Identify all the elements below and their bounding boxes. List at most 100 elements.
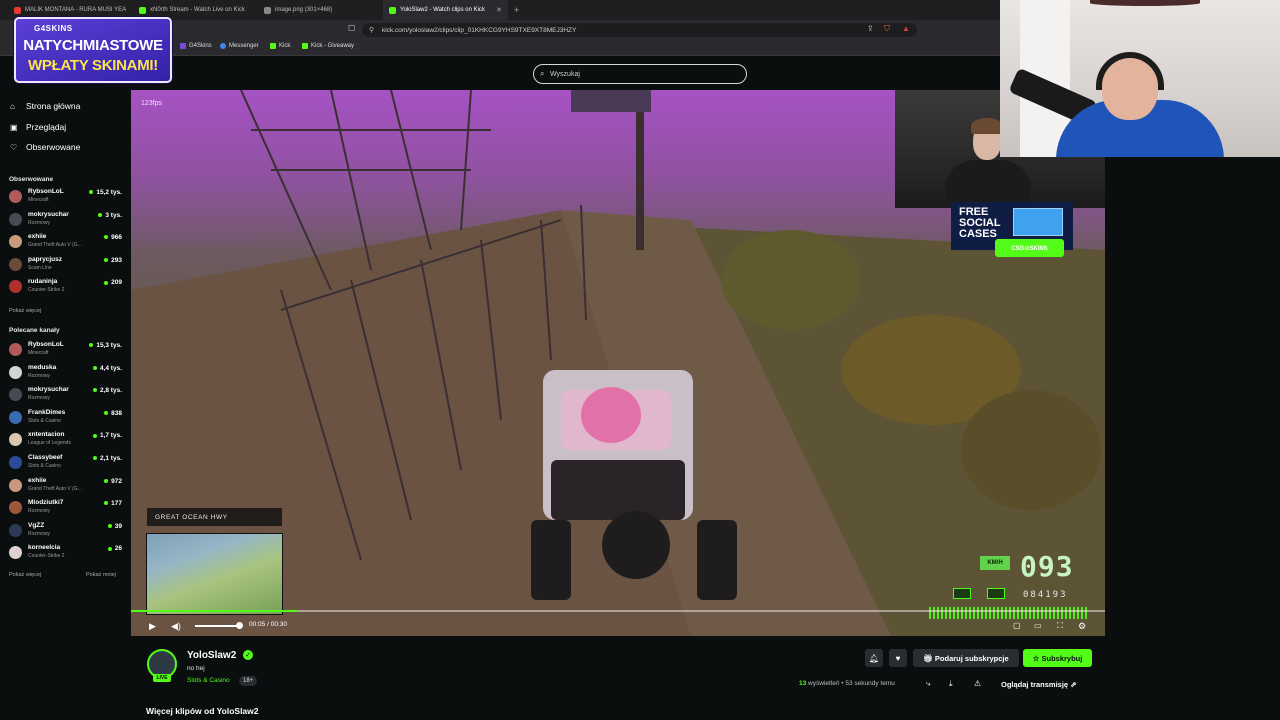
viewer-count-value: 2,1 tys. xyxy=(99,455,122,462)
site-info-icon[interactable]: ⚲ xyxy=(369,26,374,34)
channel-name: rudaninja xyxy=(28,278,58,286)
channel-avatar xyxy=(9,212,22,226)
progress-fill xyxy=(131,610,297,612)
download-icon[interactable]: ⤓ xyxy=(949,679,953,689)
url-field[interactable]: ⚲ kick.com/yoloslaw2/clips/clip_01KHKCG9… xyxy=(362,23,917,37)
channel-category: Rozmowy xyxy=(28,219,50,226)
search-placeholder: Wyszukaj xyxy=(550,70,580,78)
channel-name: RybsonLoL xyxy=(28,341,64,348)
show-less-recommended[interactable]: Pokaż mniej xyxy=(86,572,116,578)
category-link[interactable]: Slots & Casino xyxy=(187,677,230,684)
channel-category: Rozmowy xyxy=(28,508,50,515)
fullscreen-icon[interactable]: ⛶ xyxy=(1057,621,1063,631)
brave-shield-icon[interactable]: ⛉ xyxy=(884,24,890,34)
clip-icon[interactable]: ▢ xyxy=(1013,621,1021,630)
channel-list-item[interactable]: xntentacion League of Legends 1,7 tys. xyxy=(9,430,124,452)
channel-list-item[interactable]: korneelcia Counter-Strike 2 26 xyxy=(9,543,124,565)
channel-category: Grand Theft Auto V (G... xyxy=(28,485,82,492)
bookmark-label: Messenger xyxy=(229,43,259,49)
channel-list-item[interactable]: exhiie Grand Theft Auto V (G... 972 xyxy=(9,476,124,498)
channel-list-item[interactable]: meduska Rozmowy 4,4 tys. xyxy=(9,363,124,385)
browser-tab[interactable]: image.png (301×468) xyxy=(258,0,383,20)
channel-list-item[interactable]: VgZZ Rozmowy 39 xyxy=(9,521,124,543)
channel-list-item[interactable]: Classybeef Slots & Casino 2,1 tys. xyxy=(9,453,124,475)
search-icon: ⌕ xyxy=(540,69,545,78)
live-dot-icon xyxy=(104,478,109,483)
volume-slider[interactable] xyxy=(195,622,243,629)
bookmark-label: Kick xyxy=(279,43,291,49)
channel-list-item[interactable]: rudaninja Counter-Strike 2 209 xyxy=(9,277,124,299)
subscribe-label: Subskrybuj xyxy=(1041,653,1083,663)
play-icon[interactable]: ▶ xyxy=(149,621,156,632)
followed-section-title: Obserwowane xyxy=(9,176,54,183)
channel-name: meduska xyxy=(28,363,57,371)
globe-icon xyxy=(264,6,271,14)
follow-heart-button[interactable]: ♥ xyxy=(889,649,907,667)
promo-line-1: NATYCHMIASTOWE xyxy=(23,37,163,54)
browser-tab-active[interactable]: YoloSlaw2 - Watch clips on Kick ✕ xyxy=(383,0,508,20)
bookmark-star-icon[interactable]: ☐ xyxy=(348,24,355,33)
channel-name: korneelcia xyxy=(28,544,61,552)
channel-avatar xyxy=(9,546,22,560)
rewards-icon[interactable]: ▲ xyxy=(902,24,910,33)
speed-unit: KM/H xyxy=(980,556,1010,570)
channel-list-item[interactable]: RybsonLoL Minecraft 15,3 tys. xyxy=(9,340,124,362)
settings-icon[interactable]: ⚙ xyxy=(1078,621,1086,632)
nav-following[interactable]: ♡ Obserwowane xyxy=(10,142,80,152)
channel-category: Minecraft xyxy=(28,197,49,203)
channel-avatar xyxy=(9,478,22,492)
channel-list-item[interactable]: RybsonLoL Minecraft 15,2 tys. xyxy=(9,187,124,209)
viewer-count: 293 xyxy=(104,257,122,264)
watch-stream-button[interactable]: Oglądaj transmisję ⇗ xyxy=(1001,680,1076,689)
video-player[interactable]: 123fps GREAT OCEAN HWY FREE SOCIAL CASES C… xyxy=(131,90,1105,636)
views-label: wyświetleń xyxy=(808,680,840,687)
channel-name[interactable]: YoloSlaw2 xyxy=(187,650,236,661)
free-cases-ad: FREE SOCIAL CASES CSG⊙SKINS xyxy=(951,202,1073,257)
show-more-recommended[interactable]: Pokaż więcej xyxy=(9,572,41,578)
streamer-hair xyxy=(971,118,1003,134)
live-dot-icon xyxy=(92,388,97,393)
clip-meta: 13 wyświetleń • 53 sekundy temu xyxy=(799,680,895,687)
channel-category: League of Legends xyxy=(28,440,71,447)
progress-bar[interactable] xyxy=(131,610,1105,612)
channel-list-item[interactable]: exhiie Grand Theft Auto V (G... 966 xyxy=(9,232,124,254)
ad-sponsor: CSG⊙SKINS xyxy=(995,239,1064,257)
live-dot-icon xyxy=(104,501,109,506)
theater-mode-icon[interactable]: ▭ xyxy=(1034,621,1042,630)
subscribe-button[interactable]: ☆ Subskrybuj xyxy=(1023,649,1092,667)
live-dot-icon xyxy=(89,343,94,348)
bookmark-kick[interactable]: Kick xyxy=(270,43,290,49)
new-tab-icon[interactable]: + xyxy=(514,5,519,15)
viewer-count: 2,1 tys. xyxy=(92,455,122,462)
viewer-count: 26 xyxy=(107,545,122,552)
volume-knob[interactable] xyxy=(236,622,243,629)
clip-age: • 53 sekundy temu xyxy=(841,680,895,687)
viewer-count-value: 1,7 tys. xyxy=(99,432,122,440)
channel-list-item[interactable]: Mlodziutki7 Rozmowy 177 xyxy=(9,498,124,520)
heart-icon: ♡ xyxy=(10,142,18,152)
channel-list-item[interactable]: paprycjusz Scam Line 293 xyxy=(9,255,124,277)
show-more-followed[interactable]: Pokaż więcej xyxy=(9,308,41,314)
search-input[interactable]: ⌕ Wyszukaj xyxy=(533,64,747,84)
bookmark-messenger[interactable]: Messenger xyxy=(220,43,259,49)
close-tab-icon[interactable]: ✕ xyxy=(496,6,502,14)
channel-list-item[interactable]: mokrysuchar Rozmowy 2,8 tys. xyxy=(9,385,124,407)
bookmark-kick-giveaway[interactable]: Kick - Giveaway xyxy=(302,43,354,49)
gift-subscription-button[interactable]: 🎁︎ Podaruj subskrypcje xyxy=(913,649,1019,667)
channel-list-item[interactable]: mokrysuchar Rozmowy 3 tys. xyxy=(9,210,124,232)
channel-name: VgZZ xyxy=(28,521,45,529)
viewer-count-value: 15,2 tys. xyxy=(96,189,122,196)
volume-icon[interactable]: ◀) xyxy=(171,621,181,632)
verified-icon: ✓ xyxy=(243,650,253,660)
headphones xyxy=(1096,52,1164,90)
nav-home[interactable]: ⌂ Strona główna xyxy=(10,101,80,111)
report-icon[interactable]: ⚠ xyxy=(974,679,981,688)
bookmark-g4skins[interactable]: G4Skins xyxy=(180,43,212,49)
live-dot-icon xyxy=(92,456,97,461)
channel-list-item[interactable]: FrankDimes Slots & Casino 838 xyxy=(9,408,124,430)
notification-bell-button[interactable]: 🔔︎ xyxy=(865,649,883,667)
nav-browse[interactable]: ▣ Przeglądaj xyxy=(10,122,66,132)
channel-avatar xyxy=(9,365,22,379)
share-icon[interactable]: ⤷ xyxy=(926,679,930,689)
share-icon[interactable]: ⇪ xyxy=(867,24,874,33)
